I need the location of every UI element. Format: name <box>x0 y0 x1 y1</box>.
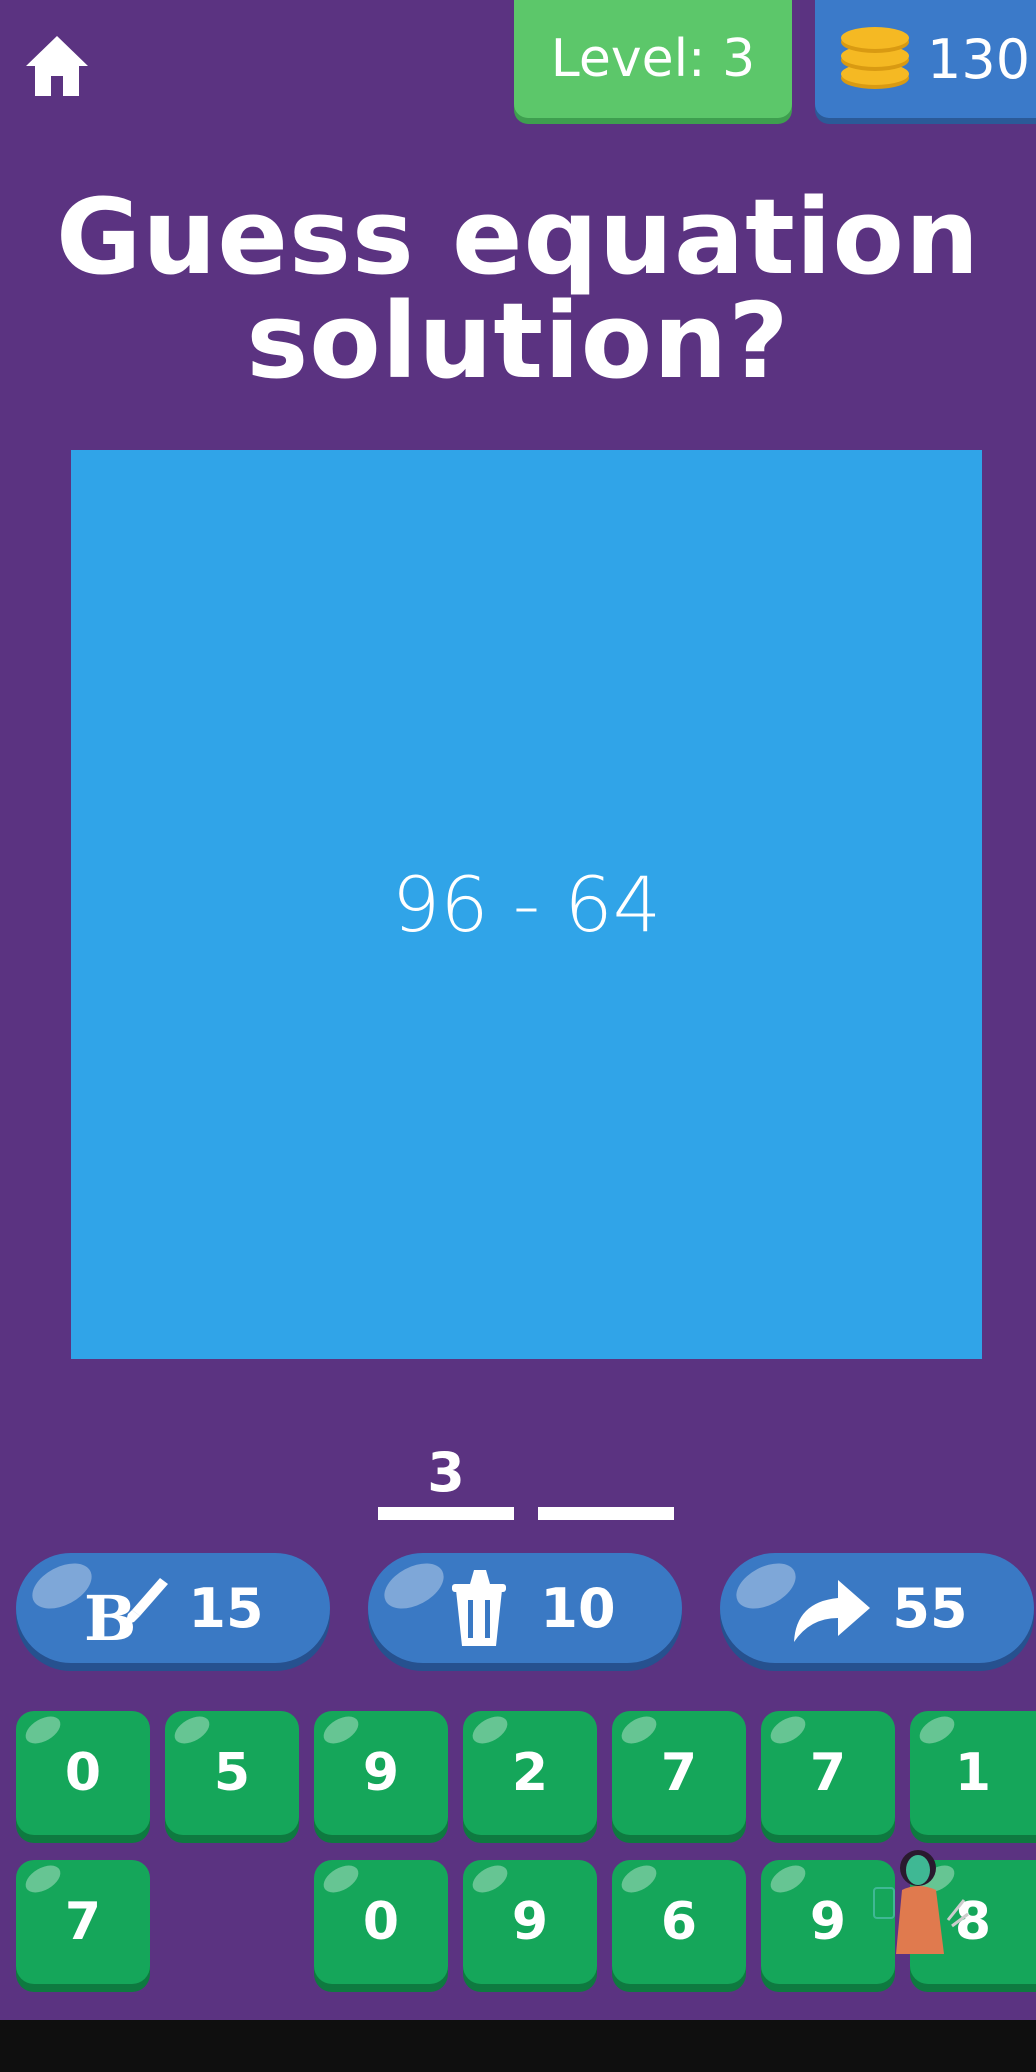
coin-balance[interactable]: 130 <box>815 0 1036 118</box>
reveal-letter-cost: 15 <box>188 1576 264 1640</box>
key-digit: 1 <box>954 1743 992 1803</box>
remove-digits-button[interactable]: 10 <box>368 1553 682 1663</box>
key-digit: 0 <box>362 1892 400 1952</box>
home-icon <box>26 36 88 96</box>
key-digit: 2 <box>511 1743 549 1803</box>
coin-count: 130 <box>927 27 1031 91</box>
keypad-key[interactable]: 9 <box>314 1710 448 1835</box>
home-button[interactable] <box>22 30 92 100</box>
system-navigation-bar <box>0 2020 1036 2072</box>
level-badge: Level: 3 <box>514 0 792 118</box>
key-digit: 6 <box>660 1892 698 1952</box>
question-title: Guess equation solution? <box>0 185 1036 393</box>
answer-slot-1[interactable]: 3 <box>378 1440 514 1520</box>
level-label: Level: 3 <box>550 29 756 89</box>
question-line-2: solution? <box>246 280 790 402</box>
paint-letter-icon: B <box>84 1578 169 1648</box>
skip-level-button[interactable]: 55 <box>720 1553 1034 1663</box>
remove-digits-cost: 10 <box>540 1576 616 1640</box>
key-digit: 0 <box>64 1743 102 1803</box>
key-digit: 7 <box>660 1743 698 1803</box>
trash-can-icon <box>452 1570 507 1646</box>
key-digit: 5 <box>213 1743 251 1803</box>
key-digit: 7 <box>809 1743 847 1803</box>
keypad-key[interactable]: 7 <box>16 1859 150 1984</box>
answer-slot-digit: 3 <box>427 1441 465 1504</box>
keypad-key[interactable]: 0 <box>314 1859 448 1984</box>
keypad-key[interactable]: 7 <box>761 1710 895 1835</box>
key-digit: 9 <box>362 1743 400 1803</box>
answer-slot-2[interactable] <box>538 1440 674 1520</box>
skip-arrow-icon <box>794 1580 871 1642</box>
keypad-key[interactable]: 7 <box>612 1710 746 1835</box>
answer-underline <box>538 1507 674 1520</box>
keypad-key[interactable]: 6 <box>612 1859 746 1984</box>
keypad-key[interactable]: 0 <box>16 1710 150 1835</box>
key-digit: 9 <box>511 1892 549 1952</box>
answer-underline <box>378 1507 514 1520</box>
watermark-figure <box>873 1850 969 1954</box>
keypad-key[interactable]: 1 <box>910 1710 1036 1835</box>
key-digit: 9 <box>809 1892 847 1952</box>
skip-level-cost: 55 <box>892 1576 968 1640</box>
puzzle-panel: 96 - 64 <box>71 450 982 1359</box>
equation-text: 96 - 64 <box>391 860 662 949</box>
key-digit: 7 <box>64 1892 102 1952</box>
question-line-1: Guess equation <box>56 176 980 298</box>
reveal-letter-button[interactable]: B 15 <box>16 1553 330 1663</box>
keypad-key[interactable]: 2 <box>463 1710 597 1835</box>
keypad-key[interactable]: 9 <box>463 1859 597 1984</box>
keypad-key[interactable]: 5 <box>165 1710 299 1835</box>
answer-slot-digit <box>538 1440 674 1506</box>
coins-stack-icon <box>841 27 909 89</box>
